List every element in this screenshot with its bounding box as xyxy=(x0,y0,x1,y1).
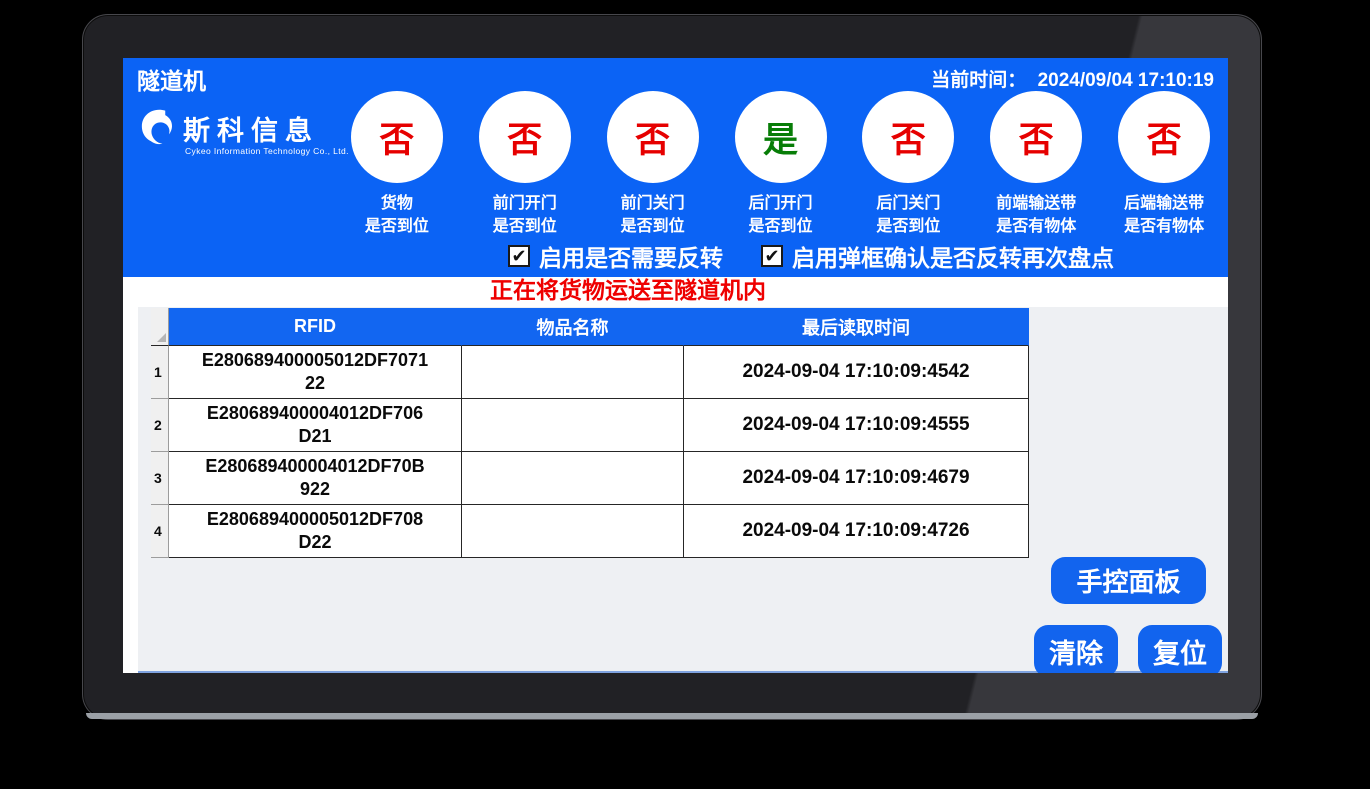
status-indicator: 否 前端输送带 是否有物体 xyxy=(972,91,1100,238)
option-item: 启用是否需要反转 xyxy=(508,239,723,273)
cell-rfid: E280689400005012DF707122 xyxy=(169,346,462,399)
manual-panel-button[interactable]: 手控面板 xyxy=(1051,557,1206,604)
status-indicator-label: 前端输送带 是否有物体 xyxy=(972,192,1100,238)
table-header-row: RFID 物品名称 最后读取时间 xyxy=(151,308,1031,346)
cell-item-name xyxy=(462,346,684,399)
screenshot-stage: 隧道机 当前时间： 2024/09/04 17:10:19 斯科信息 Cy xyxy=(0,0,1370,789)
status-circle: 否 xyxy=(862,91,954,183)
cell-rfid: E280689400004012DF706D21 xyxy=(169,399,462,452)
row-header[interactable]: 2 xyxy=(151,399,169,452)
status-band: 正在将货物运送至隧道机内 xyxy=(123,277,1228,304)
cell-last-read-time: 2024-09-04 17:10:09:4555 xyxy=(684,399,1029,452)
main-content: RFID 物品名称 最后读取时间 1 E280689400005012DF707… xyxy=(123,304,1228,673)
options-row: 启用是否需要反转 启用弹框确认是否反转再次盘点 xyxy=(508,239,1114,273)
status-indicator: 否 前门开门 是否到位 xyxy=(461,91,589,238)
current-time-label: 当前时间： xyxy=(931,70,1026,91)
status-indicator-label: 后门开门 是否到位 xyxy=(717,192,845,238)
reset-button[interactable]: 复位 xyxy=(1138,625,1222,673)
column-header-item-name[interactable]: 物品名称 xyxy=(462,308,684,346)
status-indicator-label: 前门开门 是否到位 xyxy=(461,192,589,238)
status-indicator-label: 前门关门 是否到位 xyxy=(589,192,717,238)
status-indicator: 否 前门关门 是否到位 xyxy=(589,91,717,238)
row-header[interactable]: 4 xyxy=(151,505,169,558)
status-circle: 否 xyxy=(1118,91,1210,183)
clear-button[interactable]: 清除 xyxy=(1034,625,1118,673)
table-row[interactable]: 2 E280689400004012DF706D21 2024-09-04 17… xyxy=(151,399,1031,452)
cell-rfid: E280689400004012DF70B922 xyxy=(169,452,462,505)
option-label: 启用是否需要反转 xyxy=(539,239,723,273)
table-row[interactable]: 4 E280689400005012DF708D22 2024-09-04 17… xyxy=(151,505,1031,558)
status-indicator-label: 货物 是否到位 xyxy=(333,192,461,238)
checkbox-icon[interactable] xyxy=(508,245,530,267)
status-indicator: 是 后门开门 是否到位 xyxy=(717,91,845,238)
row-header[interactable]: 3 xyxy=(151,452,169,505)
status-indicator: 否 后门关门 是否到位 xyxy=(844,91,972,238)
status-indicator: 否 后端输送带 是否有物体 xyxy=(1100,91,1228,238)
app-screen: 隧道机 当前时间： 2024/09/04 17:10:19 斯科信息 Cy xyxy=(123,58,1228,673)
logo-subtitle: Cykeo Information Technology Co., Ltd. xyxy=(185,146,335,156)
row-header[interactable]: 1 xyxy=(151,346,169,399)
app-header: 隧道机 当前时间： 2024/09/04 17:10:19 斯科信息 Cy xyxy=(123,58,1228,277)
status-indicator-label: 后门关门 是否到位 xyxy=(844,192,972,238)
status-circle: 否 xyxy=(990,91,1082,183)
page-title: 隧道机 xyxy=(137,62,206,96)
cell-last-read-time: 2024-09-04 17:10:09:4726 xyxy=(684,505,1029,558)
option-label: 启用弹框确认是否反转再次盘点 xyxy=(792,239,1114,273)
status-indicators: 否 货物 是否到位 否 前门开门 是否到位 xyxy=(333,91,1228,238)
current-time-value: 2024/09/04 17:10:19 xyxy=(1038,70,1214,91)
swoosh-bird-icon xyxy=(135,106,179,150)
status-indicator: 否 货物 是否到位 xyxy=(333,91,461,238)
cell-last-read-time: 2024-09-04 17:10:09:4679 xyxy=(684,452,1029,505)
status-circle: 否 xyxy=(351,91,443,183)
company-logo: 斯科信息 Cykeo Information Technology Co., L… xyxy=(135,106,335,156)
cell-item-name xyxy=(462,452,684,505)
table-row[interactable]: 1 E280689400005012DF707122 2024-09-04 17… xyxy=(151,346,1031,399)
column-header-last-read-time[interactable]: 最后读取时间 xyxy=(684,308,1029,346)
cell-item-name xyxy=(462,399,684,452)
column-header-rfid[interactable]: RFID xyxy=(169,308,462,346)
cell-rfid: E280689400005012DF708D22 xyxy=(169,505,462,558)
cell-item-name xyxy=(462,505,684,558)
status-circle: 否 xyxy=(607,91,699,183)
rfid-table: RFID 物品名称 最后读取时间 1 E280689400005012DF707… xyxy=(151,308,1031,558)
table-row[interactable]: 3 E280689400004012DF70B922 2024-09-04 17… xyxy=(151,452,1031,505)
option-item: 启用弹框确认是否反转再次盘点 xyxy=(761,239,1114,273)
status-circle: 否 xyxy=(479,91,571,183)
monitor-bezel: 隧道机 当前时间： 2024/09/04 17:10:19 斯科信息 Cy xyxy=(82,14,1262,720)
current-time: 当前时间： 2024/09/04 17:10:19 xyxy=(925,65,1214,92)
status-indicator-label: 后端输送带 是否有物体 xyxy=(1100,192,1228,238)
table-corner-cell xyxy=(151,308,169,346)
status-circle: 是 xyxy=(735,91,827,183)
logo-title: 斯科信息 xyxy=(183,109,319,148)
checkbox-icon[interactable] xyxy=(761,245,783,267)
status-message: 正在将货物运送至隧道机内 xyxy=(123,277,1133,304)
cell-last-read-time: 2024-09-04 17:10:09:4542 xyxy=(684,346,1029,399)
